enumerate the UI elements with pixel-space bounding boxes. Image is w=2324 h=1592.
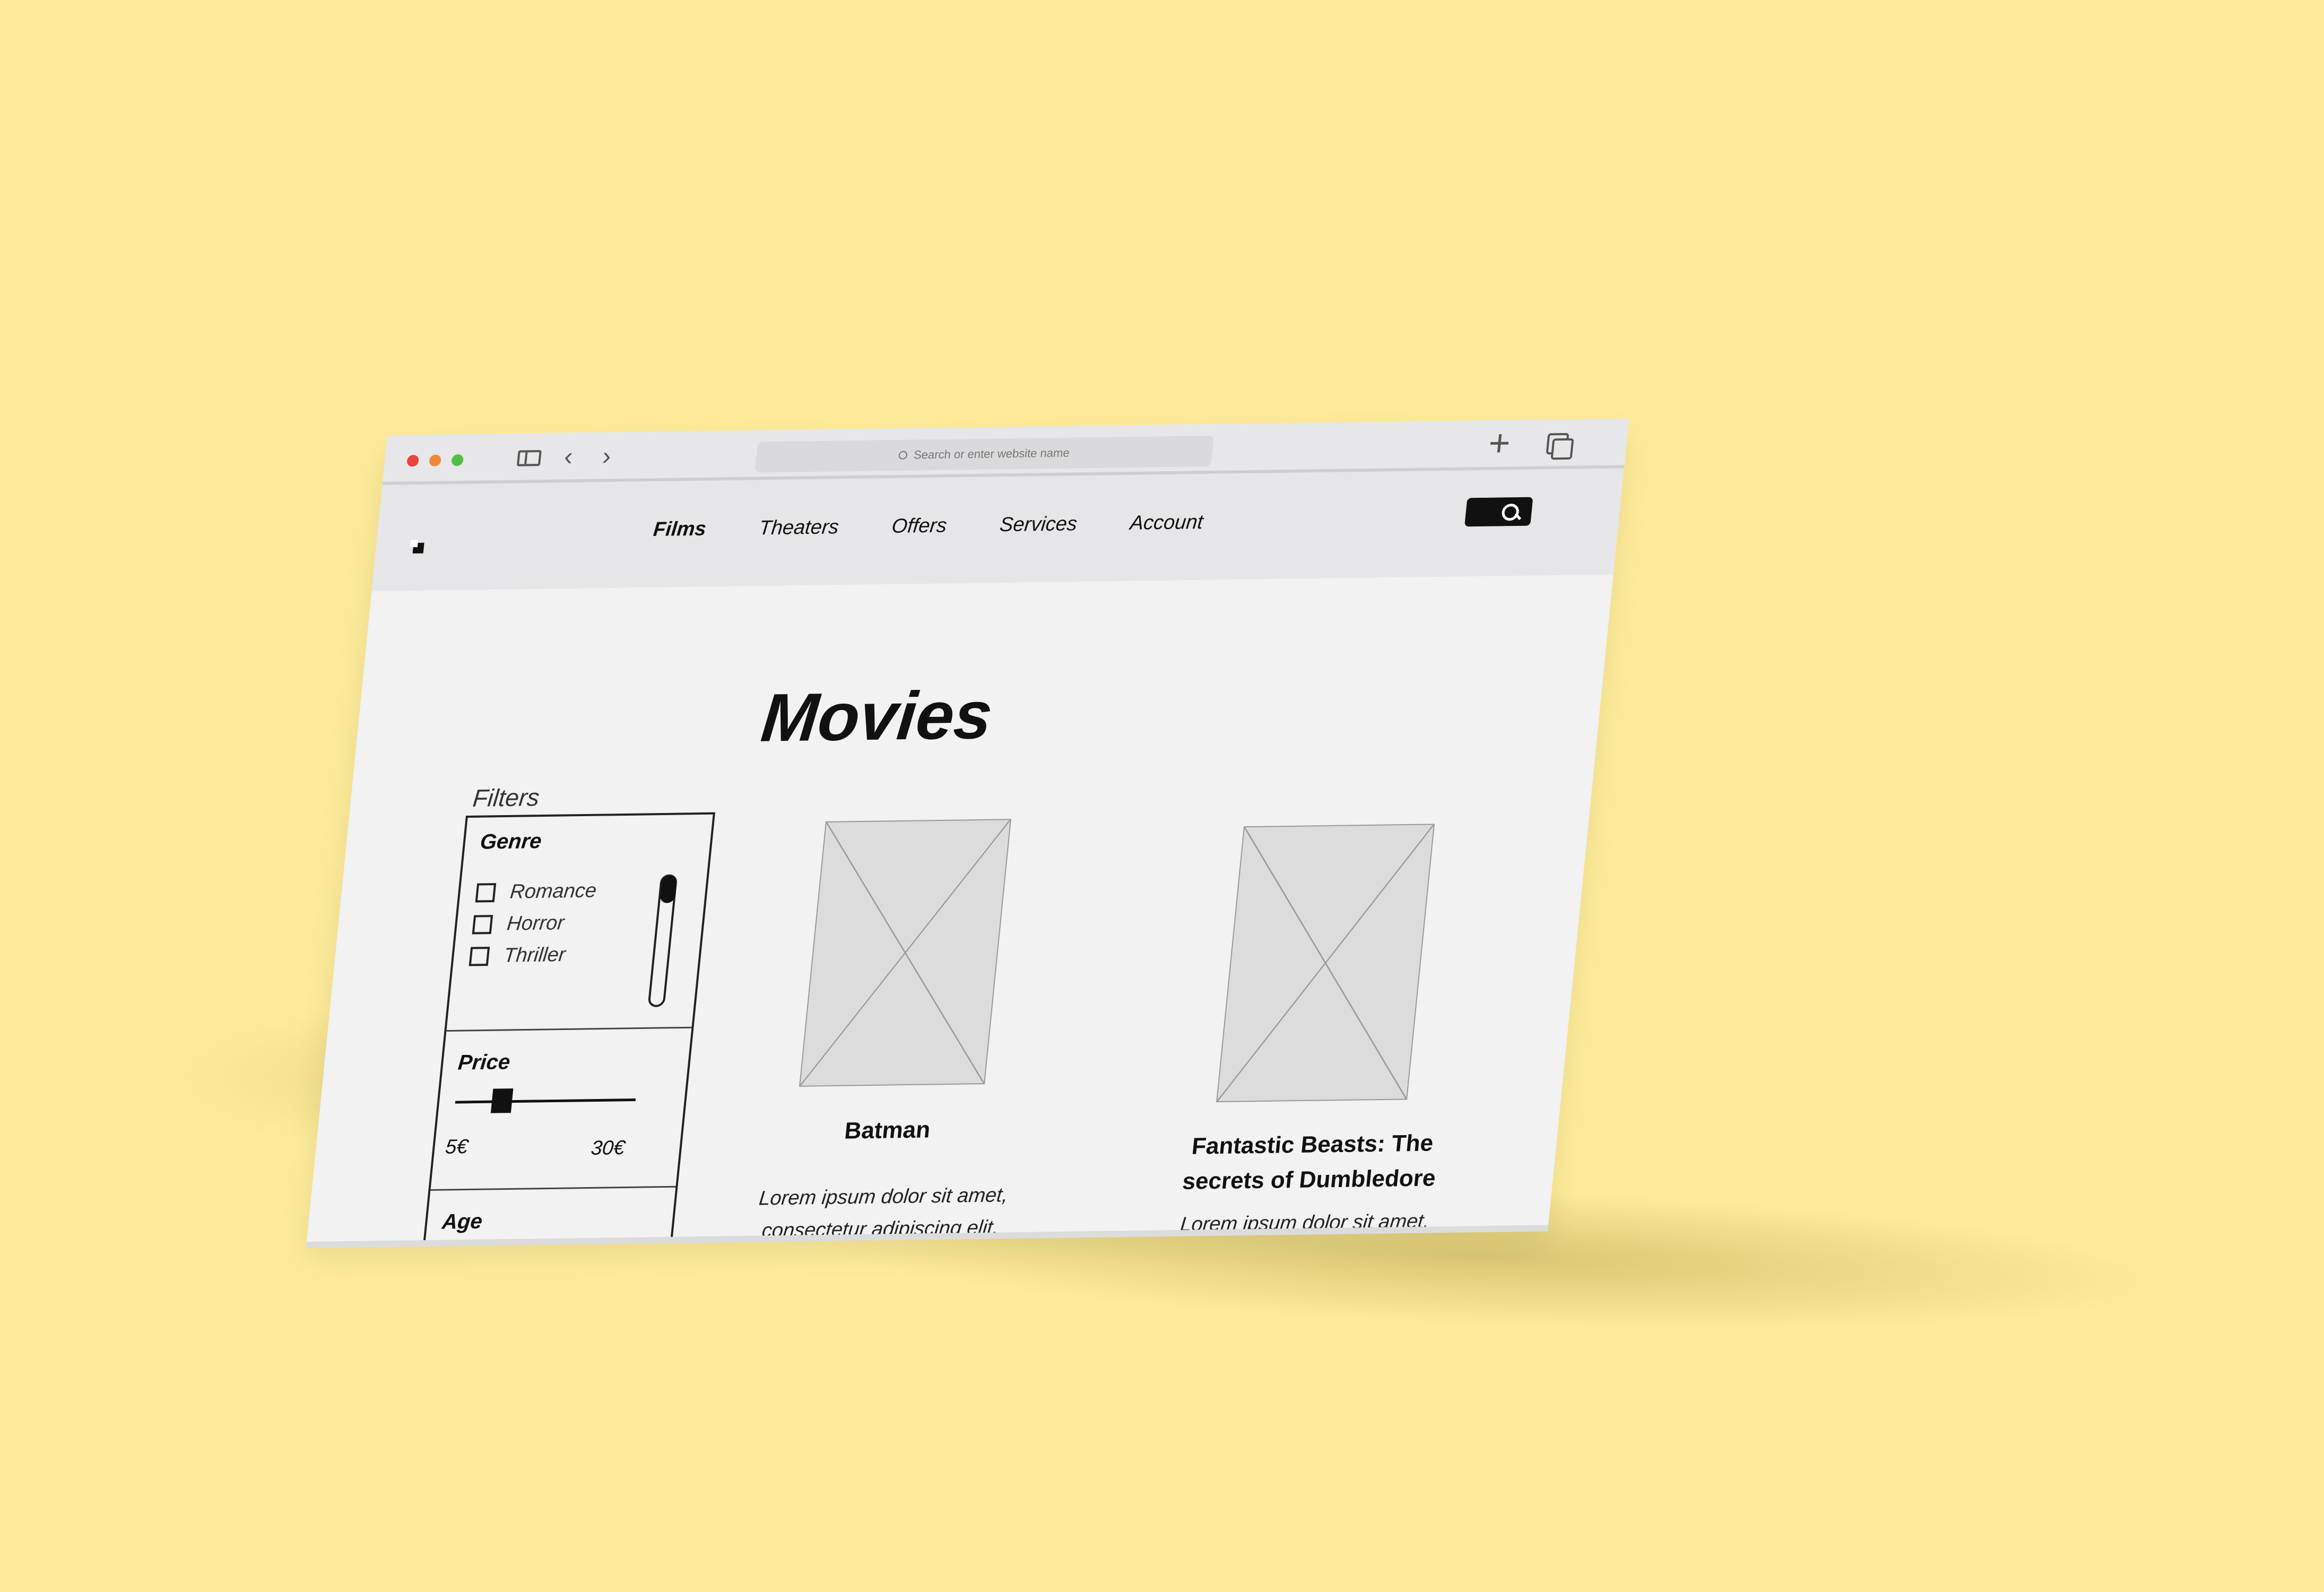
genre-option-thriller[interactable]: Thriller (469, 944, 567, 967)
movie-description: Lorem ipsum dolor sit amet, consectetur … (758, 1184, 1009, 1242)
nav-item-account[interactable]: Account (1129, 511, 1204, 535)
magnifier-icon (1501, 503, 1520, 521)
page-title: Movies (758, 677, 996, 756)
checkbox[interactable] (469, 946, 490, 966)
genre-scrollbar[interactable] (647, 874, 678, 1007)
price-slider-handle[interactable] (490, 1088, 514, 1113)
filters-panel: Genre Romance Horror Thriller Price 5€ 3… (418, 812, 715, 1242)
site-logo-icon[interactable] (412, 542, 424, 554)
sidebar-toggle-icon[interactable] (516, 450, 542, 466)
genre-option-horror[interactable]: Horror (472, 912, 565, 936)
minimize-window-button[interactable] (429, 454, 442, 466)
option-label: Horror (506, 912, 566, 935)
search-button[interactable] (1464, 497, 1533, 527)
close-window-button[interactable] (406, 455, 420, 467)
checkbox[interactable] (475, 882, 497, 903)
movie-title[interactable]: Batman (767, 1115, 1008, 1145)
browser-window: ‹ › Search or enter website name + Films… (307, 418, 1629, 1242)
price-heading: Price (457, 1050, 511, 1075)
movie-title[interactable]: Fantastic Beasts: The secrets of Dumbled… (1148, 1126, 1473, 1200)
age-heading: Age (441, 1209, 484, 1234)
price-slider-track[interactable] (455, 1098, 636, 1104)
filters-label: Filters (471, 783, 541, 812)
nav-item-services[interactable]: Services (999, 513, 1078, 537)
tab-overview-icon[interactable] (1546, 432, 1574, 460)
forward-arrow-icon[interactable]: › (601, 442, 612, 470)
address-placeholder: Search or enter website name (913, 446, 1070, 462)
search-icon (898, 451, 908, 460)
option-label: Thriller (502, 944, 567, 967)
divider (430, 1186, 676, 1191)
price-min-label: 5€ (444, 1136, 469, 1158)
image-placeholder-icon (1217, 825, 1434, 1102)
image-placeholder-icon (800, 820, 1010, 1086)
nav-item-theaters[interactable]: Theaters (758, 516, 840, 540)
genre-option-romance[interactable]: Romance (475, 880, 597, 904)
price-max-label: 30€ (589, 1137, 626, 1160)
movie-poster-placeholder[interactable] (799, 819, 1011, 1087)
divider (446, 1026, 692, 1032)
genre-heading: Genre (479, 829, 543, 854)
new-tab-plus-icon[interactable]: + (1487, 422, 1513, 464)
main-nav: Films Theaters Offers Services Account (652, 511, 1257, 541)
nav-item-offers[interactable]: Offers (891, 515, 948, 538)
back-arrow-icon[interactable]: ‹ (563, 443, 574, 471)
maximize-window-button[interactable] (451, 454, 464, 466)
option-label: Romance (509, 879, 598, 903)
site-header: Films Theaters Offers Services Account (371, 468, 1624, 591)
scrollbar-thumb[interactable] (660, 875, 678, 903)
checkbox[interactable] (472, 914, 493, 935)
nav-item-films[interactable]: Films (652, 518, 707, 541)
movie-poster-placeholder[interactable] (1216, 824, 1435, 1103)
address-bar[interactable]: Search or enter website name (755, 435, 1214, 473)
